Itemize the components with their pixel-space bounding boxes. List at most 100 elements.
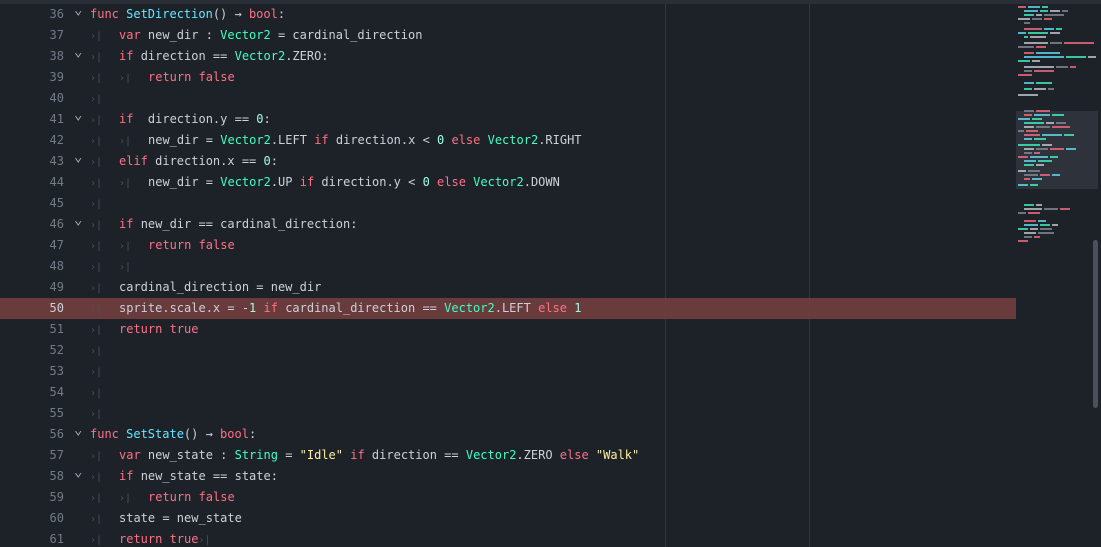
minimap-line <box>1018 94 1038 96</box>
minimap-line <box>1024 224 1038 226</box>
tab-indent-icon: ›| <box>90 31 103 42</box>
code-token: direction == <box>140 49 235 63</box>
code-line[interactable]: 61 ›| return true›| <box>0 529 1016 547</box>
minimap-line <box>1032 60 1040 62</box>
code-token: () → <box>212 7 249 21</box>
chevron-down-icon[interactable]: ⌄ <box>74 147 82 168</box>
code-line[interactable]: 45 ›| <box>0 193 1016 214</box>
code-line[interactable]: 43 ⌄ ›| elif direction.x == 0: <box>0 149 1016 173</box>
code-line[interactable]: 58 ⌄ ›| if new_state == state: <box>0 464 1016 487</box>
tab-indent-icon: ›| <box>90 535 103 546</box>
code-line[interactable]: 57 ›| var new_state : String = "Idle" if d… <box>0 445 1016 466</box>
highlighted-code-line[interactable]: 50 ›| sprite.scale.x = -1 if cardinal_dire… <box>0 298 1016 319</box>
minimap-line <box>1018 130 1024 132</box>
code-line[interactable]: 41 ⌄ ›| if direction.y == 0: <box>0 107 1016 130</box>
tab-indent-icon: ›| <box>90 178 103 189</box>
code-token: if <box>119 112 148 126</box>
line-number: 52 <box>49 343 64 357</box>
code-text: ›| <box>90 403 119 425</box>
minimap-line <box>1034 70 1054 72</box>
minimap-line <box>1032 178 1042 180</box>
code-line[interactable]: 48 ›| ›| <box>0 256 1016 277</box>
minimap-line <box>1044 208 1058 210</box>
minimap-line <box>1028 6 1040 8</box>
tab-indent-icon: ›| <box>90 73 103 84</box>
code-editor[interactable]: 36 ⌄ func SetDirection() → bool: 37 ›| var ne… <box>0 4 1016 547</box>
chevron-down-icon[interactable]: ⌄ <box>74 210 82 231</box>
tab-indent-icon: ›| <box>119 178 132 189</box>
minimap-line <box>1040 10 1048 12</box>
code-line[interactable]: 42 ›| ›| new_dir = Vector2.LEFT if directio… <box>0 130 1016 151</box>
code-text: ›| elif direction.x == 0: <box>90 151 278 173</box>
minimap-line <box>1024 148 1034 150</box>
tab-indent-icon: ›| <box>90 388 103 399</box>
minimap-line <box>1024 220 1036 222</box>
code-token: new_dir : <box>147 28 221 42</box>
minimap-line <box>1040 228 1052 230</box>
minimap-line <box>1066 56 1086 58</box>
code-line[interactable]: 46 ⌄ ›| if new_dir == cardinal_direction: <box>0 212 1016 235</box>
minimap-line <box>1026 130 1038 132</box>
code-line[interactable]: 52 ›| <box>0 340 1016 361</box>
minimap-line <box>1018 6 1026 8</box>
chevron-down-icon[interactable]: ⌄ <box>74 462 82 483</box>
code-line[interactable]: 44 ›| ›| new_dir = Vector2.UP if direction.… <box>0 172 1016 193</box>
code-line[interactable]: 39 ›| ›| return false <box>0 67 1016 88</box>
code-line[interactable]: 37 ›| var new_dir : Vector2 = cardinal_dir… <box>0 25 1016 46</box>
code-token: .LEFT <box>270 133 315 147</box>
code-line[interactable]: 49 ›| cardinal_direction = new_dir <box>0 277 1016 298</box>
code-line[interactable]: 53 ›| <box>0 361 1016 382</box>
minimap-line <box>1052 114 1064 116</box>
code-token: return false <box>148 490 235 504</box>
code-text: func SetDirection() → bool: <box>90 4 285 25</box>
code-token: direction == <box>371 448 466 462</box>
minimap-line <box>1052 174 1060 176</box>
code-token: cardinal_direction = new_dir <box>119 280 322 294</box>
chevron-down-icon[interactable]: ⌄ <box>74 4 82 21</box>
line-number: 42 <box>49 133 64 147</box>
code-token: bool <box>220 427 249 441</box>
code-line[interactable]: 40 ›| <box>0 88 1016 109</box>
chevron-down-icon[interactable]: ⌄ <box>74 42 82 63</box>
minimap-line <box>1044 28 1054 30</box>
code-line[interactable]: 54 ›| <box>0 382 1016 403</box>
code-text: ›| <box>90 88 119 110</box>
code-text: ›| state = new_state <box>90 508 242 530</box>
minimap-line <box>1018 184 1028 186</box>
minimap[interactable] <box>1016 4 1101 547</box>
code-line[interactable]: 60 ›| state = new_state <box>0 508 1016 529</box>
minimap-line <box>1024 152 1032 154</box>
tab-indent-icon: ›| <box>90 115 103 126</box>
code-line[interactable]: 47 ›| ›| return false <box>0 235 1016 256</box>
code-token: Vector2 <box>220 28 271 42</box>
chevron-down-icon[interactable]: ⌄ <box>74 420 82 441</box>
minimap-line <box>1042 6 1048 8</box>
code-token: 1 <box>574 301 582 315</box>
code-token: if <box>119 217 141 231</box>
minimap-line <box>1030 184 1038 186</box>
minimap-line <box>1024 114 1032 116</box>
minimap-line <box>1042 134 1062 136</box>
code-token: new_state == state: <box>140 469 278 483</box>
minimap-line <box>1018 170 1026 172</box>
code-line[interactable]: 51 ›| return true <box>0 319 1016 340</box>
chevron-down-icon[interactable]: ⌄ <box>74 105 82 126</box>
code-token: elif <box>119 154 156 168</box>
code-line[interactable]: 55 ›| <box>0 403 1016 424</box>
minimap-line <box>1036 52 1060 54</box>
code-line[interactable]: 38 ⌄ ›| if direction == Vector2.ZERO: <box>0 44 1016 67</box>
line-number: 58 <box>49 469 64 483</box>
code-line[interactable]: 59 ›| ›| return false <box>0 487 1016 508</box>
code-line[interactable]: 56 ⌄ func SetState() → bool: <box>0 422 1016 445</box>
minimap-line <box>1050 156 1058 158</box>
tab-indent-icon: ›| <box>90 451 103 462</box>
code-token: = cardinal_direction <box>270 28 423 42</box>
minimap-line <box>1040 174 1050 176</box>
minimap-line <box>1030 228 1038 230</box>
line-number: 45 <box>49 196 64 210</box>
code-token: .DOWN <box>523 175 560 189</box>
tab-indent-icon: ›| <box>90 409 103 420</box>
vertical-scrollbar[interactable] <box>1093 240 1098 408</box>
code-token: if <box>263 301 286 315</box>
code-line[interactable]: 36 ⌄ func SetDirection() → bool: <box>0 4 1016 25</box>
